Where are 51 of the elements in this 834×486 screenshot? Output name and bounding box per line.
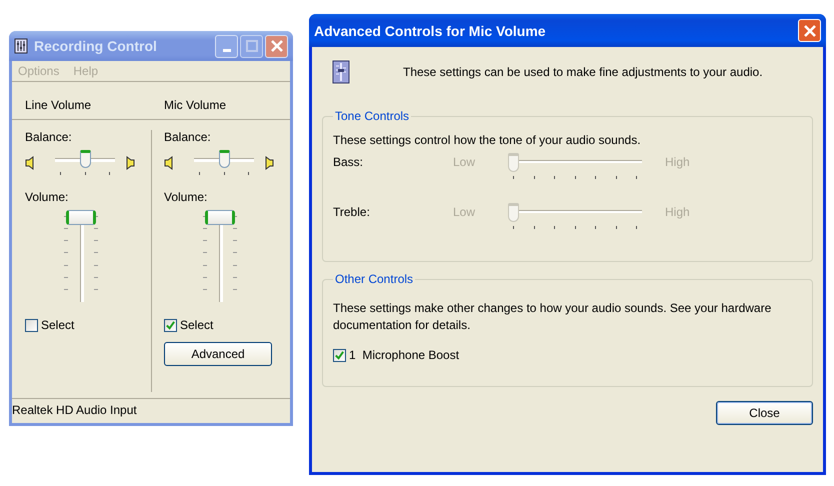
description-text: These settings control how the tone of your audio sounds. xyxy=(333,133,642,147)
speaker-icon xyxy=(125,156,135,170)
volume-label: Volume: xyxy=(25,190,68,204)
group-title: Tone Controls xyxy=(334,109,410,123)
volume-slider[interactable] xyxy=(200,210,240,304)
window-title: Recording Control xyxy=(34,38,158,54)
description-text: These settings make other changes to how your audio sounds. See your hardware documentation for details. xyxy=(333,300,772,334)
low-label: Low xyxy=(453,155,476,169)
maximize-icon xyxy=(246,40,258,52)
high-label: High xyxy=(665,205,691,219)
channel-name: Line Volume xyxy=(24,98,92,112)
maximize-button[interactable] xyxy=(240,34,263,58)
checkbox[interactable] xyxy=(25,318,38,332)
status-bar: Realtek HD Audio Input xyxy=(12,398,290,421)
slider-label: Bass: xyxy=(333,155,364,169)
speaker-icon xyxy=(264,156,274,170)
balance-slider[interactable] xyxy=(194,150,254,176)
close-dialog-button[interactable]: Close xyxy=(716,401,813,425)
low-label: Low xyxy=(453,205,476,219)
close-button[interactable] xyxy=(265,34,288,58)
slider-thumb[interactable] xyxy=(80,150,90,168)
checkbox-label: Select xyxy=(180,318,214,332)
mixer-icon xyxy=(331,59,351,85)
slider-thumb[interactable] xyxy=(218,150,230,168)
slider-thumb[interactable] xyxy=(66,210,96,225)
balance-label: Balance: xyxy=(164,130,211,144)
volume-label: Volume: xyxy=(164,190,208,204)
speaker-icon xyxy=(164,156,174,170)
checkbox-label: Select xyxy=(41,318,74,332)
checkbox[interactable] xyxy=(164,318,177,332)
window-title: Advanced Controls for Mic Volume xyxy=(314,22,547,38)
minimize-icon xyxy=(222,48,230,52)
channel-name: Mic Volume xyxy=(163,98,228,112)
advanced-button[interactable]: Advanced xyxy=(164,342,272,366)
minimize-button[interactable] xyxy=(215,34,238,58)
checkbox[interactable] xyxy=(333,348,346,362)
check-icon xyxy=(165,320,176,330)
slider-label: Treble: xyxy=(333,205,371,219)
checkbox-label: 1 Microphone Boost xyxy=(349,348,460,362)
speaker-icon xyxy=(25,156,35,170)
check-icon xyxy=(334,350,345,360)
balance-label: Balance: xyxy=(25,130,72,144)
volume-slider[interactable] xyxy=(61,210,101,304)
intro-text: These settings can be used to make fine adjustments to your audio. xyxy=(403,65,763,79)
balance-slider[interactable] xyxy=(55,150,115,176)
slider-thumb[interactable] xyxy=(205,210,235,225)
close-icon xyxy=(804,24,816,36)
group-title: Other Controls xyxy=(334,272,414,286)
high-label: High xyxy=(665,155,691,169)
close-icon xyxy=(270,40,282,52)
mixer-icon xyxy=(14,38,28,54)
